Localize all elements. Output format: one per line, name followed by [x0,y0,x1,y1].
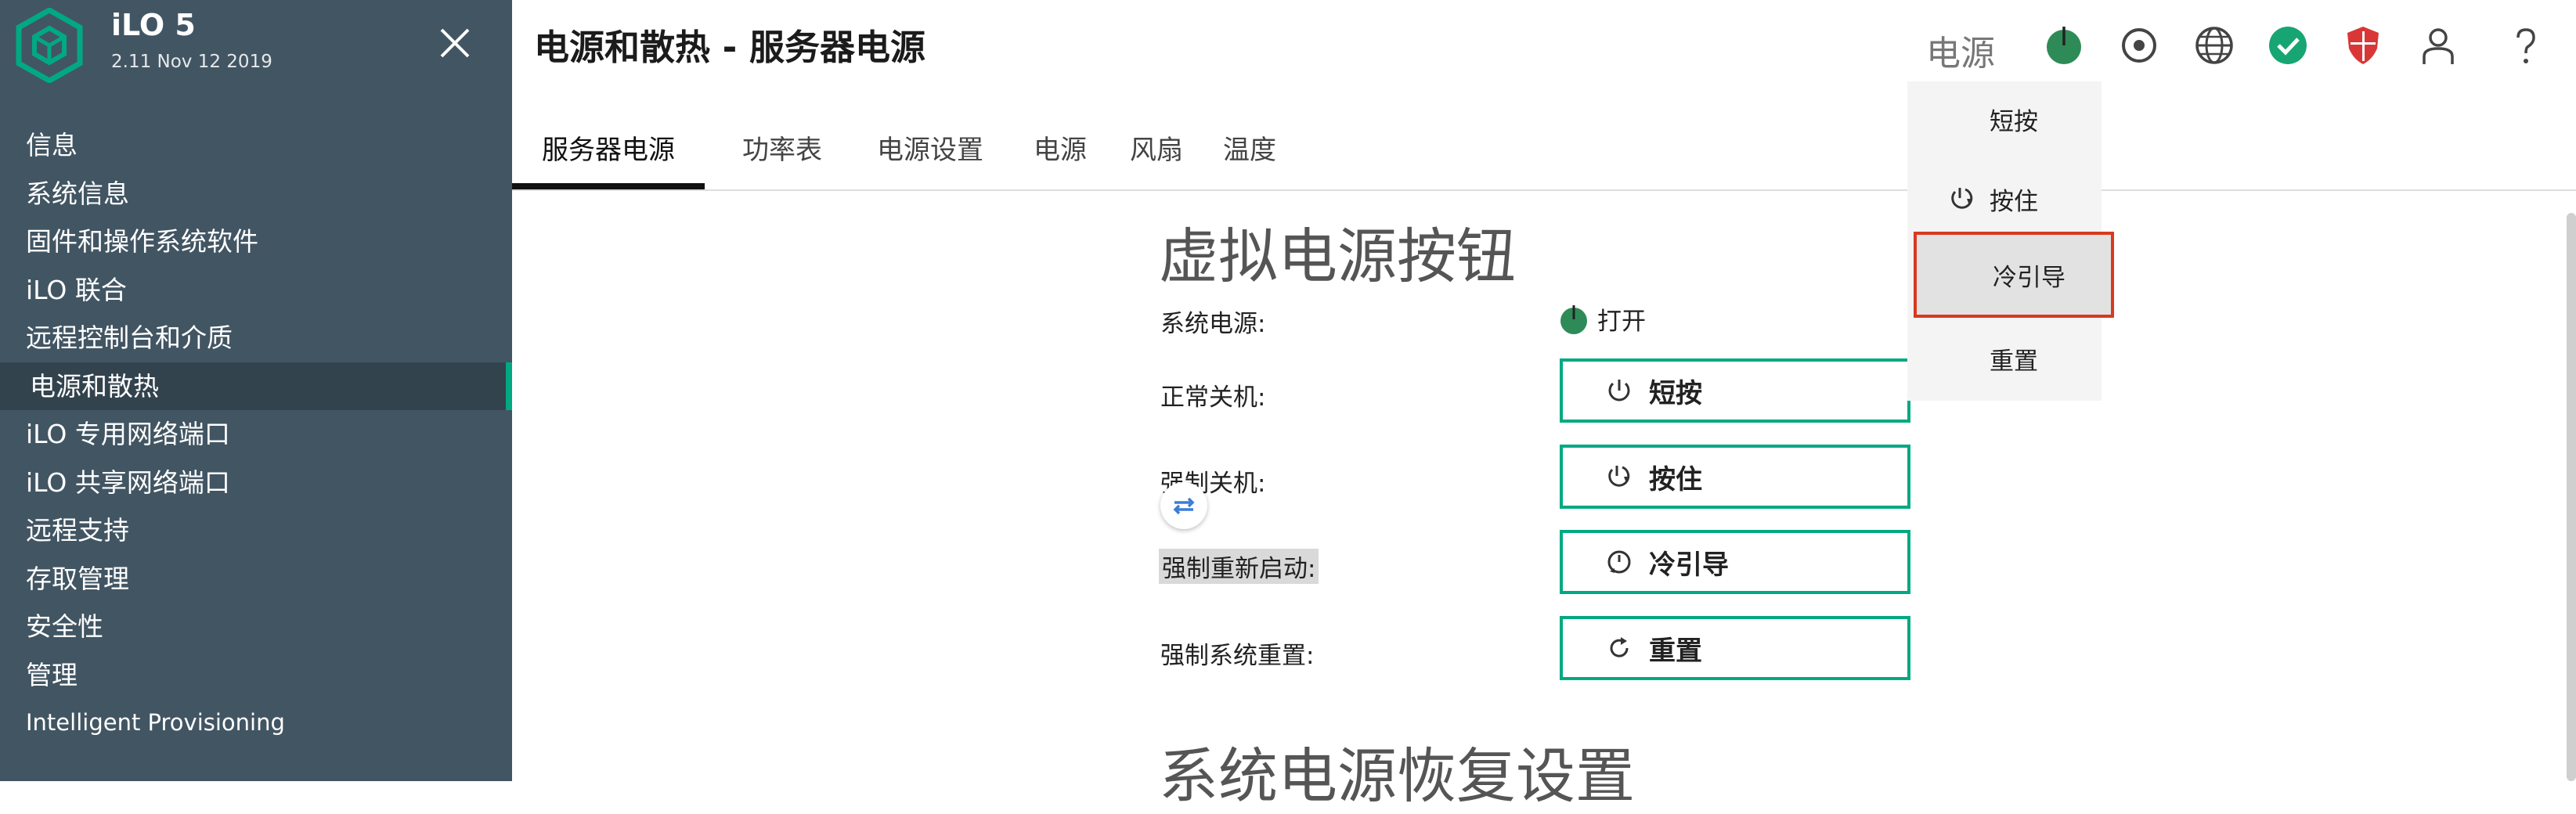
sidebar-item-remote-support[interactable]: 远程支持 [0,506,512,555]
power-on-icon [1560,304,1587,334]
sidebar-nav: 信息 系统信息 固件和操作系统软件 iLO 联合 远程控制台和介质 电源和散热 … [0,121,512,747]
system-power-state: 打开 [1597,308,1646,336]
dropdown-item-label: 按住 [1990,187,2038,216]
press-and-hold-label: 按住 [1649,463,1702,495]
health-ok-icon[interactable] [2266,23,2310,67]
dropdown-item-momentary-press[interactable]: 短按 [1907,81,2102,157]
system-power-status: 打开 [1558,301,1646,337]
sidebar-item-dedicated-network[interactable]: iLO 专用网络端口 [0,410,512,459]
brand-version: 2.11 Nov 12 2019 [111,52,272,72]
section-title-virtual-power: 虚拟电源按钮 [1159,222,1516,291]
security-shield-icon[interactable] [2341,23,2385,67]
power-dropdown-menu: 短按 按住 冷引导 重置 [1907,81,2114,401]
sidebar-item-remote-console[interactable]: 远程控制台和介质 [0,314,512,362]
tab-temperature[interactable]: 温度 [1212,117,1287,189]
power-status-icon[interactable] [2042,23,2086,67]
brand-title: iLO 5 [111,8,196,42]
dropdown-item-label: 冷引导 [1993,263,2065,292]
section-title-power-restore: 系统电源恢复设置 [1159,741,1635,811]
sidebar-item-shared-network[interactable]: iLO 共享网络端口 [0,459,512,507]
swap-arrows-icon [1173,497,1195,515]
user-icon[interactable] [2416,23,2460,67]
floating-toggle-button[interactable] [1160,482,1207,529]
help-icon[interactable] [2504,23,2548,67]
tab-power-settings[interactable]: 电源设置 [860,117,1001,189]
sidebar-item-system-info[interactable]: 系统信息 [0,170,512,218]
cold-boot-icon [1607,550,1631,574]
sidebar-item-access-management[interactable]: 存取管理 [0,555,512,603]
reset-button[interactable]: 重置 [1560,616,1910,680]
page-title: 电源和散热 - 服务器电源 [534,27,926,68]
location-icon[interactable] [2117,23,2161,67]
close-icon[interactable] [435,23,474,63]
sidebar-item-security[interactable]: 安全性 [0,603,512,651]
sidebar: iLO 5 2.11 Nov 12 2019 信息 系统信息 固件和操作系统软件… [0,0,512,781]
dropdown-item-reset[interactable]: 重置 [1907,321,2102,396]
tab-fans[interactable]: 风扇 [1120,117,1193,189]
press-and-hold-button[interactable]: 按住 [1560,445,1910,509]
reset-icon [1610,637,1629,657]
dropdown-item-cold-boot[interactable]: 冷引导 [1914,232,2114,318]
tab-power-supplies[interactable]: 电源 [1023,117,1098,189]
cold-boot-label: 冷引导 [1649,549,1729,581]
tab-bar: 服务器电源 功率表 电源设置 电源 风扇 温度 [512,117,2576,191]
ilo-logo-icon [16,8,83,83]
row-label-graceful-shutdown: 正常关机: [1160,384,1266,412]
tab-server-power[interactable]: 服务器电源 [512,117,705,189]
power-icon [1608,380,1630,402]
sidebar-item-firmware[interactable]: 固件和操作系统软件 [0,218,512,266]
sidebar-item-ilo-federation[interactable]: iLO 联合 [0,266,512,315]
globe-icon[interactable] [2192,23,2236,67]
cold-boot-button[interactable]: 冷引导 [1560,530,1910,594]
main-scrollbar[interactable] [2567,213,2576,781]
momentary-press-label: 短按 [1649,377,1702,409]
power-hold-icon [1608,466,1630,487]
sidebar-item-info[interactable]: 信息 [0,121,512,170]
dropdown-item-press-and-hold[interactable]: 按住 [1907,161,2102,236]
header-power-label: 电源 [1926,34,1995,74]
system-power-label: 系统电源: [1160,310,1266,338]
tab-power-meter[interactable]: 功率表 [723,117,841,189]
power-hold-icon [1951,188,1973,209]
row-label-force-reset: 强制系统重置: [1160,642,1315,670]
sidebar-item-power-cooling[interactable]: 电源和散热 [0,362,512,410]
momentary-press-button[interactable]: 短按 [1560,358,1910,423]
sidebar-item-management[interactable]: 管理 [0,651,512,700]
sidebar-item-intelligent-provisioning[interactable]: Intelligent Provisioning [0,699,512,747]
row-label-force-restart: 强制重新启动: [1159,549,1319,584]
reset-label: 重置 [1649,635,1702,667]
dropdown-item-label: 短按 [1990,107,2038,136]
dropdown-item-label: 重置 [1990,347,2038,376]
